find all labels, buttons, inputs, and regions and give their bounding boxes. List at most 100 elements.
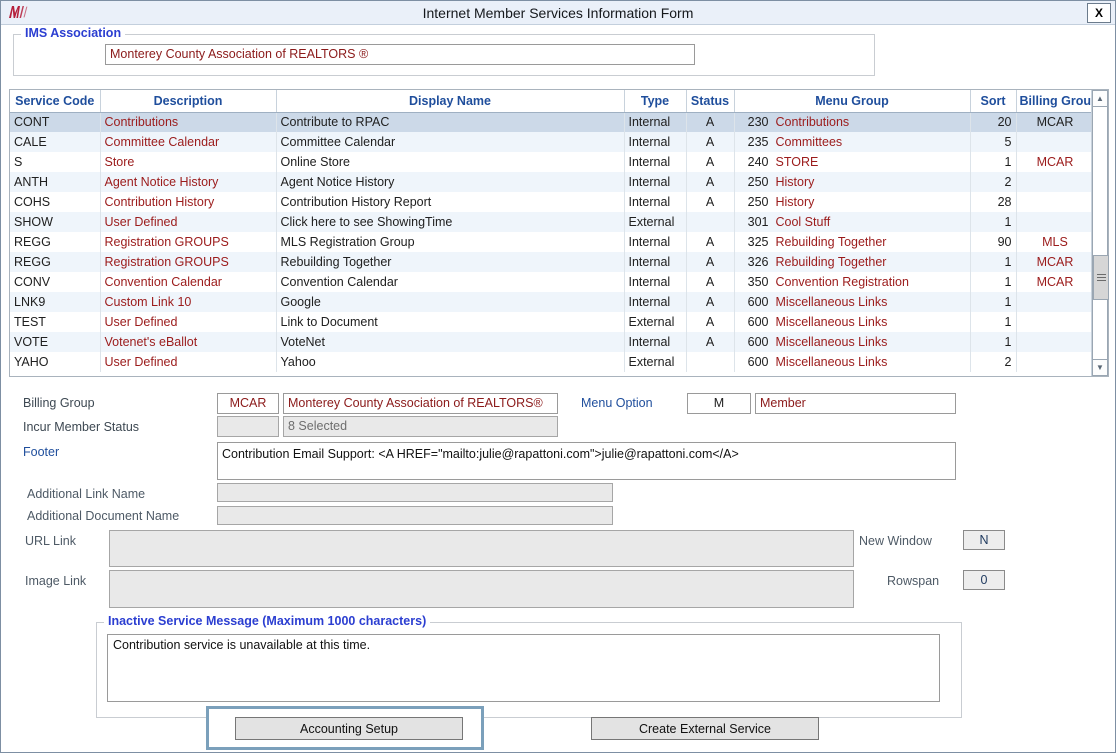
cell-description: Committee Calendar — [100, 132, 277, 152]
cell-display-name: Click here to see ShowingTime — [276, 212, 625, 232]
table-row[interactable]: REGG Registration GROUPS Rebuilding Togeth… — [10, 252, 1091, 272]
services-table: Service Code Description Display Name Ty… — [10, 90, 1091, 372]
cell-description: Votenet's eBallot — [100, 332, 277, 352]
col-header-service-code[interactable]: Service Code — [10, 90, 101, 113]
image-link-field[interactable] — [109, 570, 854, 608]
table-row[interactable]: CONT Contributions Contribute to RPAC Inter… — [10, 112, 1091, 132]
col-header-display-name[interactable]: Display Name — [276, 90, 625, 113]
cell-description: Registration GROUPS — [100, 252, 277, 272]
close-button[interactable]: X — [1087, 3, 1111, 23]
url-link-field[interactable] — [109, 530, 854, 567]
additional-link-name-field[interactable] — [217, 483, 613, 502]
grid-vertical-scrollbar[interactable]: ▲ ▼ — [1091, 90, 1109, 376]
menu-option-code-field[interactable]: M — [687, 393, 751, 414]
cell-sort: 1 — [970, 212, 1017, 232]
col-header-menu-group[interactable]: Menu Group — [734, 90, 971, 113]
cell-description: Registration GROUPS — [100, 232, 277, 252]
cell-display-name: Contribute to RPAC — [276, 112, 625, 132]
table-row[interactable]: S Store Online Store Internal A 240 STORE 1 MCAR — [10, 152, 1091, 172]
cell-type: Internal — [624, 112, 687, 132]
scroll-down-button[interactable]: ▼ — [1092, 359, 1108, 376]
scrollbar-track[interactable] — [1092, 107, 1109, 359]
window-title: Internet Member Services Information For… — [422, 5, 694, 21]
cell-type: Internal — [624, 332, 687, 352]
accounting-setup-button[interactable]: Accounting Setup — [235, 717, 463, 740]
incur-member-status-code-field[interactable] — [217, 416, 279, 437]
scrollbar-thumb[interactable] — [1093, 255, 1109, 300]
cell-menu-group: 600 Miscellaneous Links — [734, 352, 971, 372]
additional-document-name-field[interactable] — [217, 506, 613, 525]
cell-status — [686, 352, 735, 372]
inactive-service-message-textarea[interactable]: Contribution service is unavailable at t… — [107, 634, 940, 702]
cell-service-code: REGG — [10, 232, 101, 252]
table-row[interactable]: ANTH Agent Notice History Agent Notice His… — [10, 172, 1091, 192]
billing-group-name-field[interactable]: Monterey County Association of REALTORS® — [283, 393, 558, 414]
cell-display-name: Yahoo — [276, 352, 625, 372]
cell-type: Internal — [624, 232, 687, 252]
cell-description: Store — [100, 152, 277, 172]
col-header-status[interactable]: Status — [686, 90, 735, 113]
window-title-bar: Internet Member Services Information For… — [1, 1, 1115, 25]
cell-service-code: CONT — [10, 112, 101, 132]
cell-billing-group — [1016, 212, 1091, 232]
table-header-row: Service Code Description Display Name Ty… — [10, 90, 1091, 113]
cell-status — [686, 212, 735, 232]
table-row[interactable]: YAHO User Defined Yahoo External 600 Miscella… — [10, 352, 1091, 372]
new-window-field[interactable]: N — [963, 530, 1005, 550]
cell-display-name: VoteNet — [276, 332, 625, 352]
cell-sort: 5 — [970, 132, 1017, 152]
cell-menu-group: 240 STORE — [734, 152, 971, 172]
rapattoni-m-logo-icon — [5, 3, 31, 23]
col-header-billing-group[interactable]: Billing Group — [1016, 90, 1091, 113]
url-link-label: URL Link — [25, 534, 76, 548]
cell-menu-group: 250 History — [734, 192, 971, 212]
cell-service-code: YAHO — [10, 352, 101, 372]
cell-service-code: ANTH — [10, 172, 101, 192]
col-header-type[interactable]: Type — [624, 90, 687, 113]
table-row[interactable]: TEST User Defined Link to Document External… — [10, 312, 1091, 332]
ims-association-legend: IMS Association — [21, 26, 126, 40]
table-row[interactable]: CONV Convention Calendar Convention Calend… — [10, 272, 1091, 292]
cell-menu-group: 600 Miscellaneous Links — [734, 312, 971, 332]
table-row[interactable]: CALE Committee Calendar Committee Calendar… — [10, 132, 1091, 152]
cell-billing-group — [1016, 192, 1091, 212]
cell-type: Internal — [624, 272, 687, 292]
table-row[interactable]: REGG Registration GROUPS MLS Registration … — [10, 232, 1091, 252]
cell-display-name: Agent Notice History — [276, 172, 625, 192]
scroll-up-button[interactable]: ▲ — [1092, 90, 1108, 107]
ims-association-input[interactable]: Monterey County Association of REALTORS … — [105, 44, 695, 65]
table-row[interactable]: LNK9 Custom Link 10 Google Internal A 600 Misc… — [10, 292, 1091, 312]
menu-option-name-field[interactable]: Member — [755, 393, 956, 414]
cell-menu-group: 326 Rebuilding Together — [734, 252, 971, 272]
table-row[interactable]: VOTE Votenet's eBallot VoteNet Internal A 600… — [10, 332, 1091, 352]
ims-information-form-window: Internet Member Services Information For… — [0, 0, 1116, 753]
cell-billing-group — [1016, 132, 1091, 152]
cell-display-name: Committee Calendar — [276, 132, 625, 152]
cell-sort: 1 — [970, 252, 1017, 272]
table-row[interactable]: SHOW User Defined Click here to see Showin… — [10, 212, 1091, 232]
scroll-thumb-grip-icon — [1096, 274, 1106, 281]
table-row[interactable]: COHS Contribution History Contribution His… — [10, 192, 1091, 212]
footer-label[interactable]: Footer — [23, 445, 59, 459]
incur-member-status-value-field[interactable]: 8 Selected — [283, 416, 558, 437]
footer-field[interactable]: Contribution Email Support: <A HREF="mai… — [217, 442, 956, 480]
cell-service-code: LNK9 — [10, 292, 101, 312]
cell-display-name: Online Store — [276, 152, 625, 172]
col-header-sort[interactable]: Sort — [970, 90, 1017, 113]
cell-menu-group: 235 Committees — [734, 132, 971, 152]
additional-document-name-label: Additional Document Name — [27, 509, 180, 523]
cell-display-name: MLS Registration Group — [276, 232, 625, 252]
col-header-description[interactable]: Description — [100, 90, 277, 113]
cell-description: Convention Calendar — [100, 272, 277, 292]
cell-display-name: Convention Calendar — [276, 272, 625, 292]
cell-type: Internal — [624, 132, 687, 152]
create-external-service-button[interactable]: Create External Service — [591, 717, 819, 740]
cell-description: User Defined — [100, 312, 277, 332]
billing-group-code-field[interactable]: MCAR — [217, 393, 279, 414]
cell-billing-group: MCAR — [1016, 272, 1091, 292]
rowspan-field[interactable]: 0 — [963, 570, 1005, 590]
cell-status: A — [686, 272, 735, 292]
cell-menu-group: 600 Miscellaneous Links — [734, 292, 971, 312]
cell-display-name: Link to Document — [276, 312, 625, 332]
cell-type: Internal — [624, 292, 687, 312]
